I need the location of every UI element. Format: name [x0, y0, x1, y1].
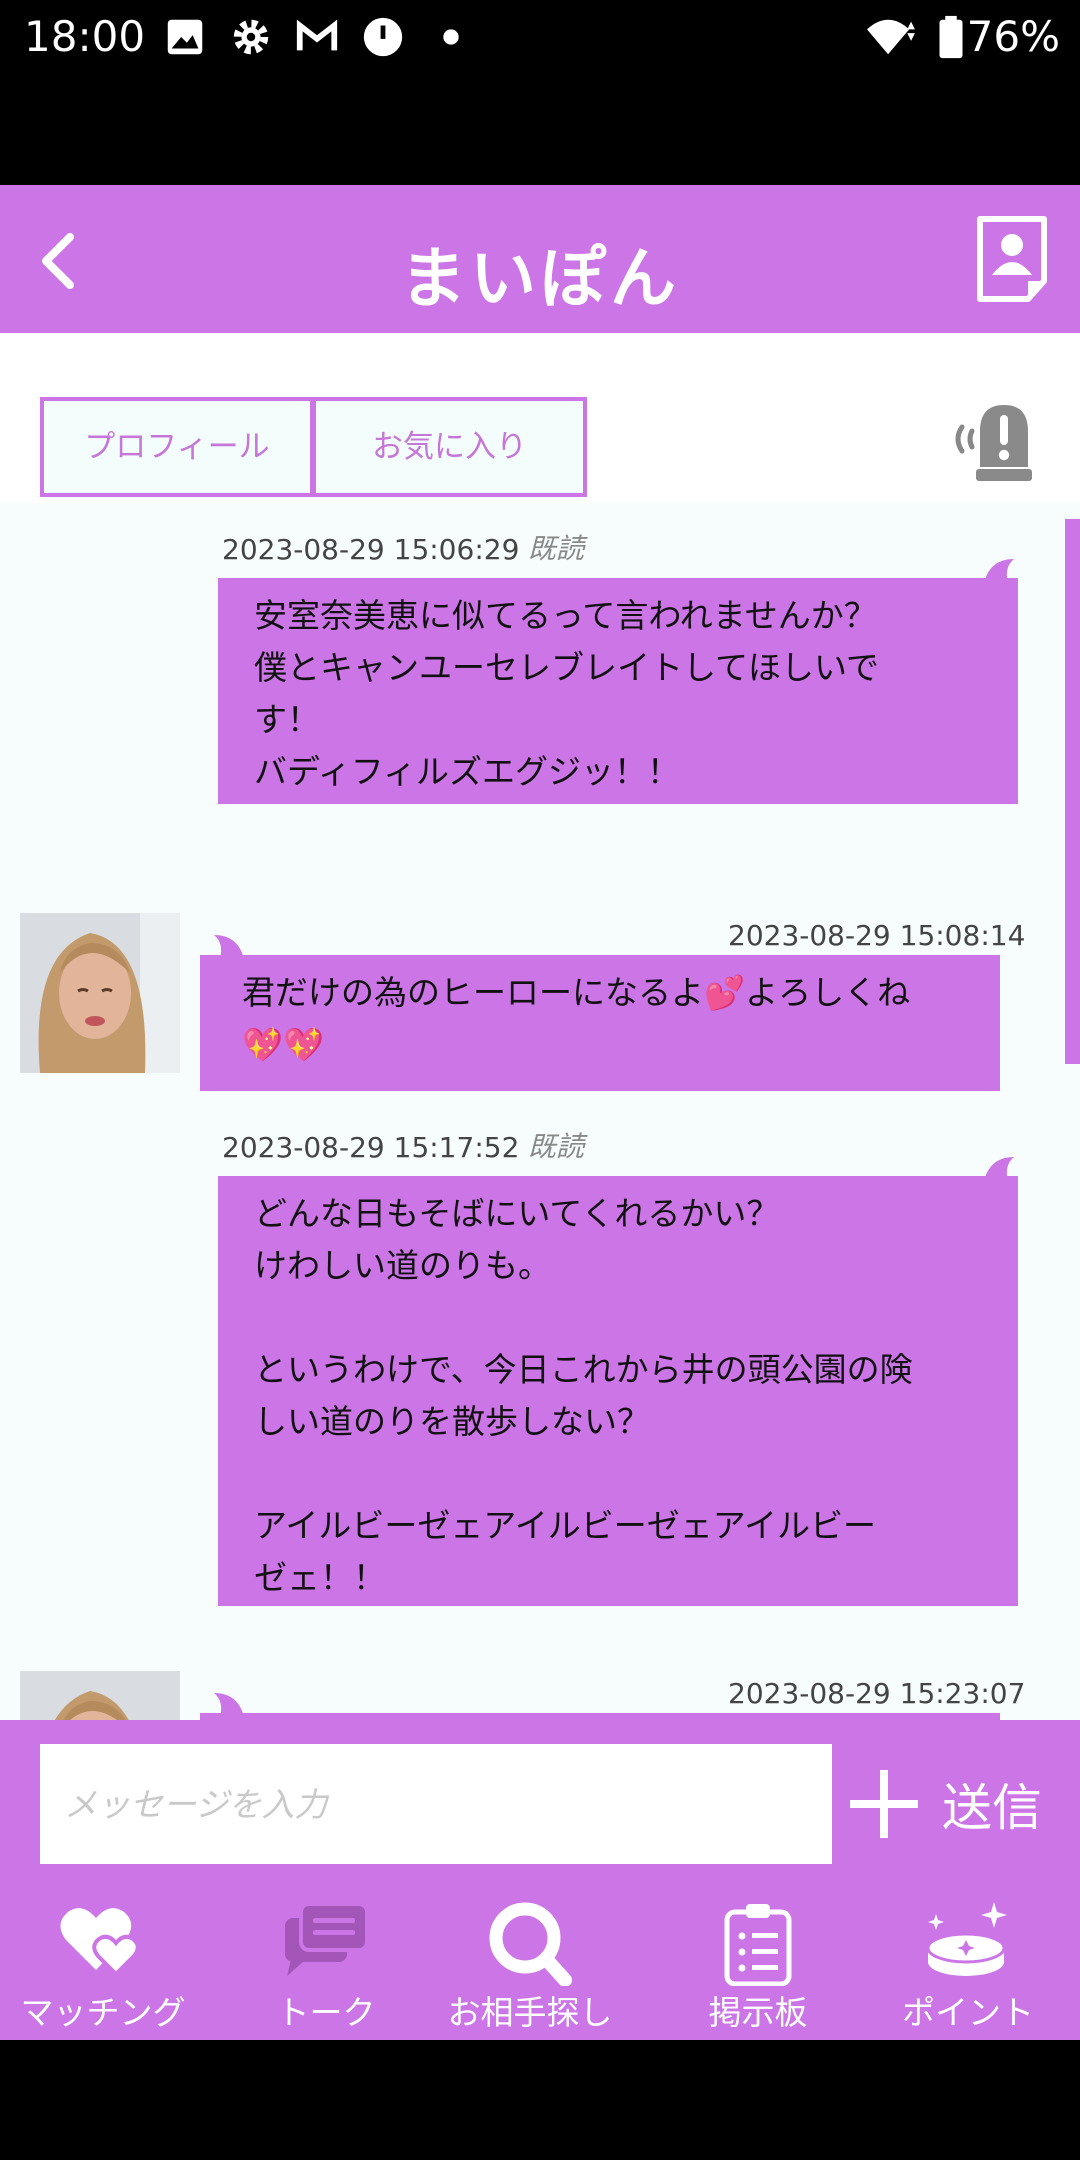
nav-board[interactable]: 掲示板	[660, 1890, 856, 2040]
avatar[interactable]	[20, 913, 180, 1073]
message-bubble-sent[interactable]: どんな日もそばにいてくれるかい？ けわしい道のりも。 というわけで、今日これから…	[218, 1176, 1018, 1606]
clipboard-icon	[724, 1904, 792, 1986]
search-icon	[489, 1902, 572, 1986]
message-timestamp: 2023-08-29 15:06:29	[222, 533, 520, 566]
image-icon	[167, 19, 203, 55]
message-bubble-received[interactable]: 君だけの為のヒーローになるよ💕よろしくね 💖💖	[200, 955, 1000, 1091]
scrollbar[interactable]	[1065, 519, 1080, 1064]
nav-label: マッチング	[20, 1993, 186, 2032]
message-bubble-sent[interactable]: 安室奈美恵に似てるって言われませんか？ 僕とキャンユーセレブレイトしてほしいで …	[218, 578, 1018, 804]
message-timestamp: 2023-08-29 15:08:14	[728, 919, 1026, 952]
dot-icon	[443, 29, 459, 45]
chat-bubbles-icon	[285, 1902, 369, 1976]
message-timestamp: 2023-08-29 15:23:07	[728, 1677, 1026, 1710]
wifi-icon	[867, 19, 915, 55]
gear-icon	[233, 19, 269, 55]
profile-card-icon[interactable]	[974, 213, 1050, 305]
status-time: 18:00	[24, 12, 146, 61]
nav-talk[interactable]: トーク	[226, 1890, 426, 2040]
nav-label: お相手探し	[447, 1993, 613, 2032]
page-title: まいぽん	[400, 240, 680, 317]
battery-icon	[939, 15, 963, 59]
gmail-icon	[296, 19, 338, 51]
message-timestamp: 2023-08-29 15:17:52	[222, 1131, 520, 1164]
favorite-button[interactable]: お気に入り	[312, 397, 587, 497]
plus-icon	[850, 1770, 918, 1838]
send-label: 送信	[942, 1779, 1042, 1837]
nav-label: ポイント	[902, 1993, 1034, 2032]
nav-search[interactable]: お相手探し	[440, 1890, 620, 2040]
chat-area[interactable]: プロフィール お気に入り 2023-08-29 15:06:29 既読 安室奈美…	[0, 333, 1080, 1720]
clock-icon	[363, 17, 403, 57]
avatar-photo	[20, 1671, 180, 1720]
read-receipt: 既読	[528, 532, 585, 565]
nav-matching[interactable]: マッチング	[0, 1890, 206, 2040]
bottom-nav: マッチング トーク お相手探し 掲示板 ポイント	[0, 1890, 1080, 2040]
send-button[interactable]: 送信	[846, 1760, 1066, 1850]
message-input[interactable]	[40, 1744, 832, 1864]
system-nav-area	[0, 2040, 1080, 2160]
message-input-bar: 送信	[0, 1720, 1080, 1890]
battery-percent: 76%	[966, 12, 1060, 61]
avatar[interactable]	[20, 1671, 180, 1720]
app-header: まいぽん	[0, 185, 1080, 333]
message-bubble-received[interactable]	[200, 1713, 1000, 1720]
nav-label: 掲示板	[708, 1993, 808, 2032]
status-bar: 18:00 76%	[0, 0, 1080, 185]
nav-points[interactable]: ポイント	[868, 1890, 1068, 2040]
coin-sparkle-icon	[926, 1902, 1007, 1976]
nav-label: トーク	[276, 1993, 376, 2032]
avatar-photo	[20, 913, 180, 1073]
profile-button[interactable]: プロフィール	[40, 397, 314, 497]
report-alert-icon[interactable]	[946, 395, 1038, 487]
read-receipt: 既読	[528, 1130, 585, 1163]
hearts-icon	[60, 1908, 140, 1976]
